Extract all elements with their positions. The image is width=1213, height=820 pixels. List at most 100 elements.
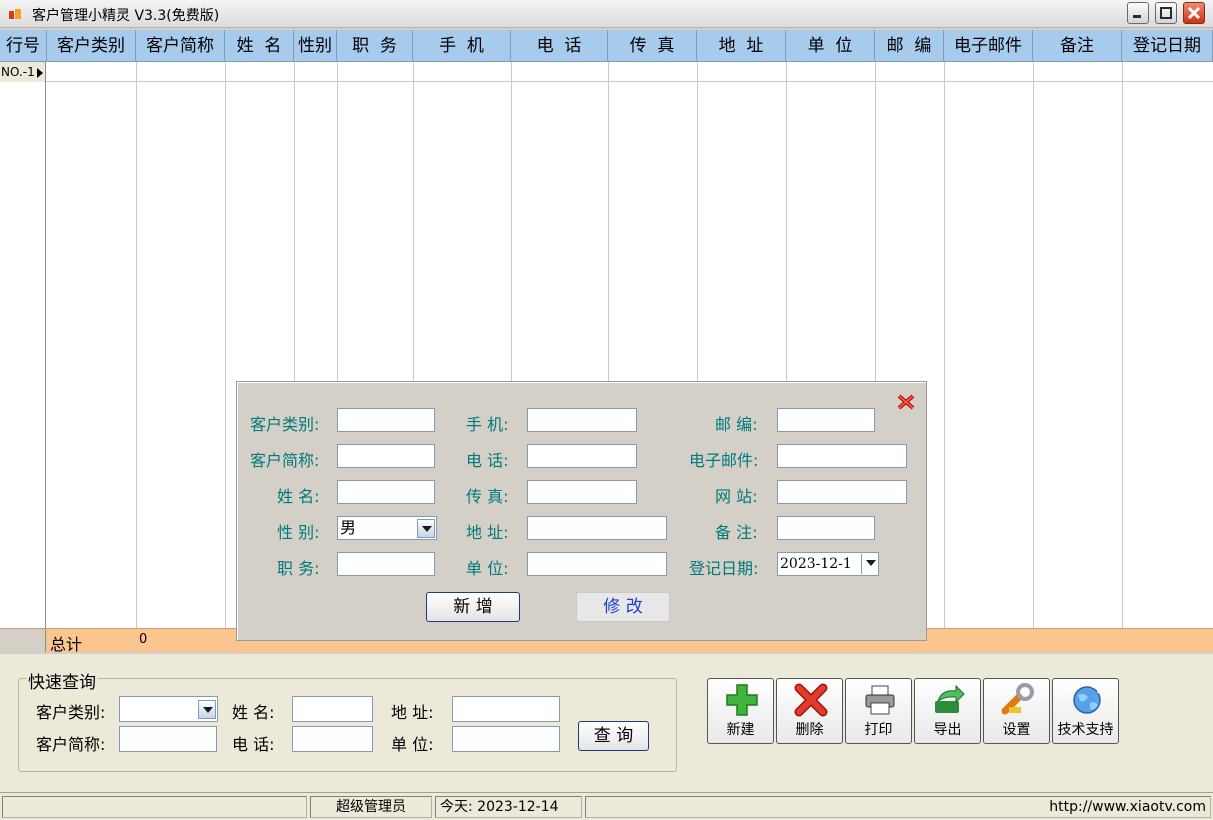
close-button[interactable] — [1183, 2, 1205, 24]
quick-address-input[interactable] — [452, 696, 560, 722]
wrench-icon — [1001, 683, 1034, 715]
grid-line — [1122, 62, 1123, 652]
column-header-mobile[interactable]: 手 机 — [413, 30, 511, 62]
zip-input[interactable] — [777, 408, 875, 432]
company-input[interactable] — [527, 552, 667, 576]
fax-label: 传 真: — [466, 487, 509, 506]
row-number-column — [0, 82, 46, 628]
table-row[interactable] — [0, 62, 1213, 82]
delete-button[interactable]: 删除 — [776, 678, 843, 744]
quick-category-select[interactable] — [119, 696, 218, 722]
row-header[interactable]: NO.-1 — [0, 62, 46, 82]
search-button[interactable]: 查 询 — [578, 721, 649, 751]
category-label: 客户类别: — [250, 415, 320, 434]
print-button[interactable]: 打印 — [845, 678, 912, 744]
close-icon — [1187, 6, 1201, 20]
address-label: 地 址: — [466, 523, 509, 542]
column-header-email[interactable]: 电子邮件 — [944, 30, 1033, 62]
add-button[interactable]: 新 增 — [426, 592, 520, 622]
bottom-panel: 快速查询 客户类别: 客户简称: 姓 名: 电 话: 地 址: 单 位: 查 询… — [0, 654, 1213, 792]
grid-line — [1033, 62, 1034, 652]
gender-value: 男 — [340, 518, 357, 537]
customer-entry-form: 客户类别: 客户简称: 姓 名: 性 别: 男 职 务: 手 机: 电 话: 传… — [236, 381, 927, 641]
minimize-button[interactable] — [1127, 2, 1149, 24]
position-label: 职 务: — [277, 559, 320, 578]
status-today: 今天: 2023-12-14 — [435, 796, 582, 818]
export-button[interactable]: 导出 — [914, 678, 981, 744]
settings-button[interactable]: 设置 — [983, 678, 1050, 744]
total-label: 总计 — [50, 635, 83, 654]
quick-short-name-input[interactable] — [119, 726, 217, 752]
column-header-short-name[interactable]: 客户简称 — [136, 30, 225, 62]
app-icon — [9, 9, 21, 19]
quick-name-label: 姓 名: — [232, 703, 275, 722]
column-header-address[interactable]: 地 址 — [697, 30, 786, 62]
date-value: 2023-12-1 — [780, 556, 852, 572]
mobile-input[interactable] — [527, 408, 637, 432]
remark-label: 备 注: — [715, 523, 758, 542]
status-url: http://www.xiaotv.com — [585, 796, 1211, 818]
dropdown-arrow-icon[interactable] — [198, 700, 216, 719]
date-label: 登记日期: — [689, 559, 759, 578]
gender-select[interactable]: 男 — [337, 516, 437, 540]
print-label: 打印 — [864, 722, 893, 738]
quick-name-input[interactable] — [292, 696, 373, 722]
plus-icon — [726, 684, 758, 716]
printer-icon — [865, 685, 895, 715]
date-picker[interactable]: 2023-12-1 — [777, 552, 879, 576]
column-header-company[interactable]: 单 位 — [786, 30, 875, 62]
popup-close-icon[interactable] — [897, 394, 915, 410]
column-header-gender[interactable]: 性别 — [294, 30, 337, 62]
new-button[interactable]: 新建 — [707, 678, 774, 744]
support-button[interactable]: 技术支持 — [1052, 678, 1119, 744]
delete-label: 删除 — [795, 722, 824, 738]
column-header-phone[interactable]: 电 话 — [511, 30, 608, 62]
maximize-icon — [1160, 7, 1172, 19]
category-input[interactable] — [337, 408, 435, 432]
email-input[interactable] — [777, 444, 907, 468]
status-segment-empty — [2, 796, 307, 818]
website-input[interactable] — [777, 480, 907, 504]
grid-line — [136, 62, 137, 652]
maximize-button[interactable] — [1155, 2, 1177, 24]
dropdown-arrow-icon[interactable] — [417, 519, 435, 538]
short-name-input[interactable] — [337, 444, 435, 468]
name-input[interactable] — [337, 480, 435, 504]
dropdown-arrow-icon[interactable] — [861, 554, 877, 574]
modify-button[interactable]: 修 改 — [576, 592, 670, 622]
column-header-name[interactable]: 姓 名 — [225, 30, 294, 62]
position-input[interactable] — [337, 552, 435, 576]
fax-input[interactable] — [527, 480, 637, 504]
name-label: 姓 名: — [277, 487, 320, 506]
quick-company-input[interactable] — [452, 726, 560, 752]
delete-x-icon — [794, 683, 828, 717]
column-header-position[interactable]: 职 务 — [337, 30, 413, 62]
column-header-fax[interactable]: 传 真 — [608, 30, 697, 62]
quick-phone-input[interactable] — [292, 726, 373, 752]
website-label: 网 站: — [715, 487, 758, 506]
mobile-label: 手 机: — [466, 415, 509, 434]
remark-input[interactable] — [777, 516, 875, 540]
address-input[interactable] — [527, 516, 667, 540]
short-name-label: 客户简称: — [250, 451, 320, 470]
quick-short-name-label: 客户简称: — [36, 735, 106, 754]
column-header-zip[interactable]: 邮 编 — [875, 30, 944, 62]
column-header-remark[interactable]: 备注 — [1033, 30, 1122, 62]
column-header-category[interactable]: 客户类别 — [47, 30, 136, 62]
minimize-icon — [1133, 15, 1141, 18]
quick-company-label: 单 位: — [391, 735, 434, 754]
grid-line — [944, 62, 945, 652]
company-label: 单 位: — [466, 559, 509, 578]
row-number: NO.-1 — [1, 65, 35, 79]
export-label: 导出 — [933, 722, 962, 738]
window-title: 客户管理小精灵 V3.3(免费版) — [32, 8, 220, 24]
gender-label: 性 别: — [277, 523, 320, 542]
quick-category-label: 客户类别: — [36, 703, 106, 722]
globe-icon — [1073, 683, 1102, 714]
phone-input[interactable] — [527, 444, 637, 468]
new-label: 新建 — [726, 722, 755, 738]
column-header-row-number[interactable]: 行号 — [0, 30, 47, 62]
support-label: 技术支持 — [1057, 722, 1114, 738]
column-header-date[interactable]: 登记日期 — [1122, 30, 1213, 62]
quick-search-title: 快速查询 — [26, 668, 98, 693]
